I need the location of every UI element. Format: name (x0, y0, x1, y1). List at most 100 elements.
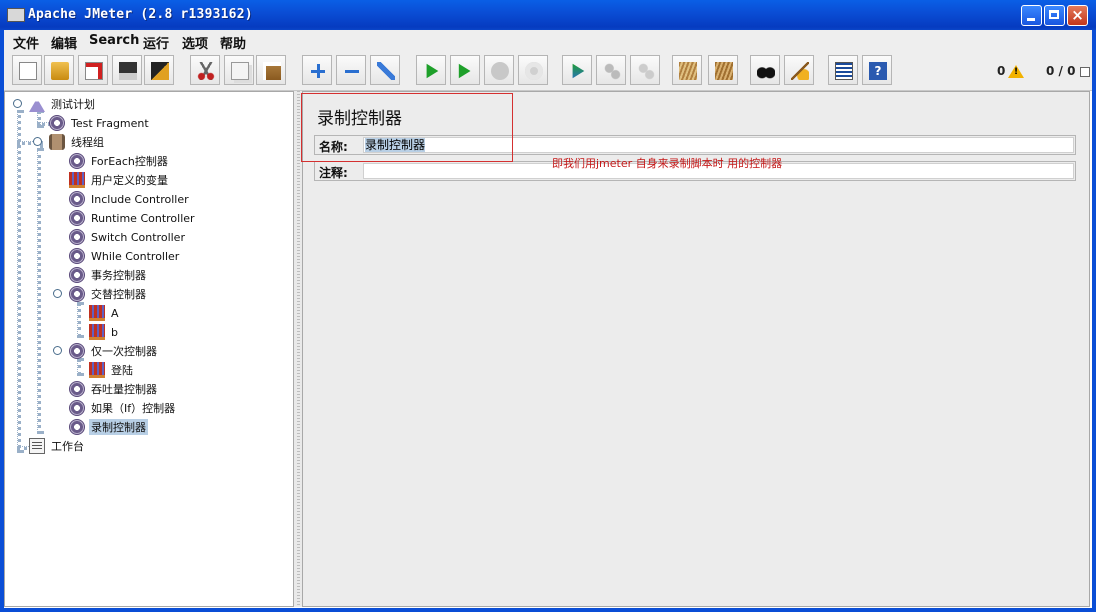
tree-node[interactable]: 事务控制器 (69, 266, 148, 284)
tree-node-label: 测试计划 (51, 98, 95, 111)
remote-shutdown-button[interactable] (630, 55, 660, 85)
error-count: 0 (997, 64, 1006, 78)
remote-shutdown-icon (637, 62, 655, 80)
new-button[interactable] (12, 55, 42, 85)
tree-node-label: ForEach控制器 (91, 155, 168, 168)
stop-button[interactable] (484, 55, 514, 85)
close-button[interactable]: × (1067, 5, 1088, 26)
collapse-all-button[interactable] (336, 55, 366, 85)
gear-icon (69, 267, 85, 283)
tree-node[interactable]: 线程组 (49, 133, 106, 151)
start-button[interactable] (416, 55, 446, 85)
tree-node[interactable]: 吞吐量控制器 (69, 380, 159, 398)
copy-button[interactable] (224, 55, 254, 85)
thread-count: 0 / 0 (1046, 64, 1076, 78)
gear-icon (69, 210, 85, 226)
tree-node-selected[interactable]: 录制控制器 (69, 418, 148, 436)
copy-icon (231, 62, 249, 80)
gear-icon (69, 191, 85, 207)
expand-toggle[interactable] (13, 99, 22, 108)
save-as-button[interactable] (144, 55, 174, 85)
warning-icon (1008, 65, 1024, 78)
test-plan-tree[interactable]: 测试计划 Test Fragment 线程组 ForEach控制器 用户定义的变… (4, 91, 294, 607)
maximize-button[interactable] (1044, 5, 1065, 26)
remote-stop-icon (603, 62, 621, 80)
menu-search[interactable]: Search (86, 32, 142, 49)
tree-line (77, 358, 81, 376)
tree-node[interactable]: Runtime Controller (69, 209, 197, 227)
tree-node-label: 仅一次控制器 (91, 345, 157, 358)
split-pane-divider[interactable] (294, 91, 302, 607)
tree-node-label: Switch Controller (91, 230, 185, 244)
tree-node-label: While Controller (91, 249, 180, 263)
expand-toggle[interactable] (53, 289, 62, 298)
tree-node[interactable]: 测试计划 (29, 95, 97, 113)
menu-run[interactable]: 运行 (140, 32, 172, 53)
expand-toggle[interactable] (53, 346, 62, 355)
gear-icon (69, 229, 85, 245)
tree-line (77, 302, 81, 338)
clear-all-button[interactable] (708, 55, 738, 85)
help-icon: ? (869, 62, 887, 80)
tree-node[interactable]: 用户定义的变量 (69, 171, 170, 189)
shutdown-icon (525, 62, 543, 80)
flask-icon (29, 96, 45, 112)
gear-icon (69, 400, 85, 416)
gear-icon (69, 343, 85, 359)
spool-icon (49, 134, 65, 150)
tree-node-label: 登陆 (111, 364, 133, 377)
tree-node[interactable]: A (89, 304, 121, 322)
minimize-button[interactable] (1021, 5, 1042, 26)
window-title: Apache JMeter (2.8 r1393162) (28, 7, 253, 22)
tree-node[interactable]: 登陆 (89, 361, 135, 379)
toggle-button[interactable] (370, 55, 400, 85)
reset-search-button[interactable] (784, 55, 814, 85)
search-icon (757, 62, 775, 80)
tree-node[interactable]: Include Controller (69, 190, 191, 208)
paste-icon (263, 62, 281, 80)
tree-node[interactable]: 工作台 (29, 437, 86, 455)
clear-icon (679, 62, 697, 80)
tree-node[interactable]: Switch Controller (69, 228, 187, 246)
gear-icon (49, 115, 65, 131)
shutdown-button[interactable] (518, 55, 548, 85)
cut-icon (197, 62, 215, 80)
remote-start-button[interactable] (562, 55, 592, 85)
tree-node[interactable]: 如果（If）控制器 (69, 399, 177, 417)
search-button[interactable] (750, 55, 780, 85)
window-frame-bottom (0, 608, 1096, 612)
cut-button[interactable] (190, 55, 220, 85)
window-frame-right (1092, 30, 1096, 612)
app-icon (7, 8, 25, 22)
remote-stop-button[interactable] (596, 55, 626, 85)
gear-icon (69, 286, 85, 302)
tree-node[interactable]: While Controller (69, 247, 181, 265)
help-button[interactable]: ? (862, 55, 892, 85)
menu-help[interactable]: 帮助 (217, 32, 249, 53)
variables-icon (89, 362, 105, 378)
tree-node[interactable]: ForEach控制器 (69, 152, 170, 170)
clear-button[interactable] (672, 55, 702, 85)
close-plan-button[interactable] (78, 55, 108, 85)
expand-all-button[interactable] (302, 55, 332, 85)
menu-options[interactable]: 选项 (179, 32, 211, 53)
gear-icon (69, 419, 85, 435)
tree-node[interactable]: 交替控制器 (69, 285, 148, 303)
expand-icon (309, 62, 327, 80)
tree-node-label: b (111, 325, 118, 339)
paste-button[interactable] (256, 55, 286, 85)
menu-file[interactable]: 文件 (10, 32, 42, 53)
expand-toggle[interactable] (33, 137, 42, 146)
function-helper-button[interactable] (828, 55, 858, 85)
tree-node-label: 吞吐量控制器 (91, 383, 157, 396)
annotation-highlight-box (301, 93, 513, 162)
tree-node[interactable]: b (89, 323, 120, 341)
variables-icon (89, 324, 105, 340)
save-button[interactable] (112, 55, 142, 85)
tree-node[interactable]: 仅一次控制器 (69, 342, 159, 360)
open-button[interactable] (44, 55, 74, 85)
menu-edit[interactable]: 编辑 (48, 32, 80, 53)
start-no-pauses-button[interactable] (450, 55, 480, 85)
tree-node[interactable]: Test Fragment (49, 114, 151, 132)
running-indicator-icon (1080, 67, 1090, 77)
